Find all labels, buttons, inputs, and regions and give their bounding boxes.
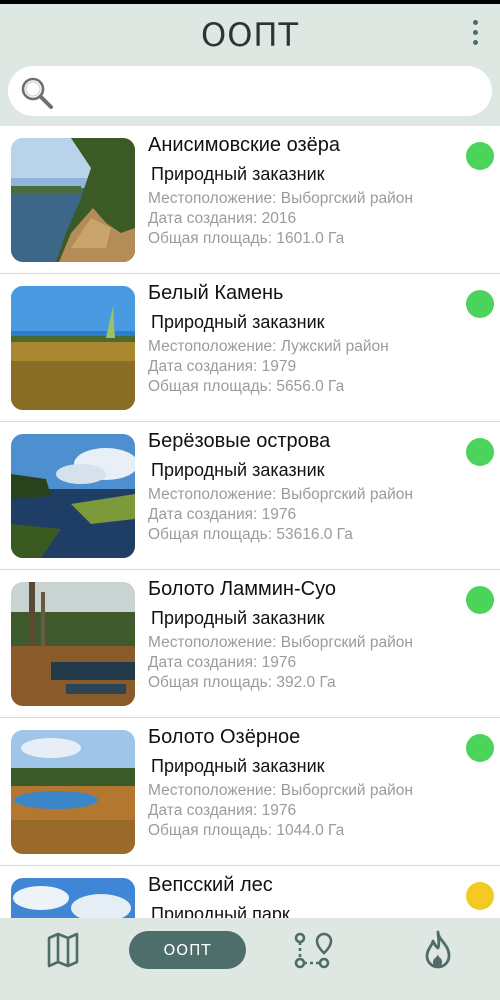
more-menu-icon[interactable]: [468, 20, 482, 50]
list-item[interactable]: Болото Ламмин-Суо Природный заказник Мес…: [0, 570, 500, 718]
status-indicator: [466, 734, 494, 762]
reserve-photo: [11, 582, 135, 706]
search-icon[interactable]: [20, 76, 54, 110]
status-indicator: [466, 290, 494, 318]
reserve-created: Дата создания: 1979: [148, 358, 297, 375]
status-indicator: [466, 142, 494, 170]
reserve-created: Дата создания: 1976: [148, 654, 297, 671]
page-title: ООПТ: [201, 16, 299, 54]
reserve-type: Природный заказник: [151, 756, 325, 776]
reserve-name: Белый Камень: [148, 282, 284, 304]
reserve-area: Общая площадь: 5656.0 Га: [148, 378, 345, 395]
fire-icon[interactable]: [423, 930, 453, 970]
reserve-created: Дата создания: 1976: [148, 802, 297, 819]
reserve-name: Вепсский лес: [148, 874, 273, 896]
reserve-type: Природный заказник: [151, 164, 325, 184]
status-indicator: [466, 438, 494, 466]
reserve-type: Природный парк: [151, 904, 290, 918]
reserve-name: Болото Ламмин-Суо: [148, 578, 336, 600]
reserve-photo: [11, 730, 135, 854]
list-item[interactable]: Болото Озёрное Природный заказник Местоп…: [0, 718, 500, 866]
reserve-name: Болото Озёрное: [148, 726, 301, 748]
reserve-area: Общая площадь: 392.0 Га: [148, 674, 336, 691]
reserve-name: Берёзовые острова: [148, 430, 331, 452]
reserve-area: Общая площадь: 53616.0 Га: [148, 526, 353, 543]
reserve-name: Анисимовские озёра: [148, 134, 341, 156]
reserve-area: Общая площадь: 1601.0 Га: [148, 230, 345, 247]
reserve-location: Местоположение: Выборгский район: [148, 634, 413, 651]
status-indicator: [466, 586, 494, 614]
list-item[interactable]: Белый Камень Природный заказник Местопол…: [0, 274, 500, 422]
list-item[interactable]: Берёзовые острова Природный заказник Мес…: [0, 422, 500, 570]
reserve-created: Дата создания: 1976: [148, 506, 297, 523]
list-item[interactable]: Анисимовские озёра Природный заказник Ме…: [0, 126, 500, 274]
map-icon[interactable]: [46, 930, 80, 970]
reserve-location: Местоположение: Выборгский район: [148, 190, 413, 207]
bottom-navigation: ООПТ: [0, 918, 500, 1000]
reserve-location: Местоположение: Выборгский район: [148, 782, 413, 799]
list-item[interactable]: Вепсский лес Природный парк: [0, 866, 500, 918]
reserve-created: Дата создания: 2016: [148, 210, 297, 227]
reserves-list[interactable]: Анисимовские озёра Природный заказник Ме…: [0, 126, 500, 918]
reserve-area: Общая площадь: 1044.0 Га: [148, 822, 345, 839]
search-input[interactable]: [8, 66, 492, 116]
reserve-location: Местоположение: Выборгский район: [148, 486, 413, 503]
nav-tab-oopt[interactable]: ООПТ: [129, 931, 246, 969]
app-header: ООПТ: [0, 4, 500, 126]
reserve-photo: [11, 434, 135, 558]
reserve-type: Природный заказник: [151, 460, 325, 480]
reserve-location: Местоположение: Лужский район: [148, 338, 389, 355]
route-icon[interactable]: [293, 930, 333, 970]
status-indicator: [466, 882, 494, 910]
reserve-photo: [11, 878, 135, 918]
reserve-photo: [11, 138, 135, 262]
reserve-type: Природный заказник: [151, 312, 325, 332]
reserve-photo: [11, 286, 135, 410]
reserve-type: Природный заказник: [151, 608, 325, 628]
